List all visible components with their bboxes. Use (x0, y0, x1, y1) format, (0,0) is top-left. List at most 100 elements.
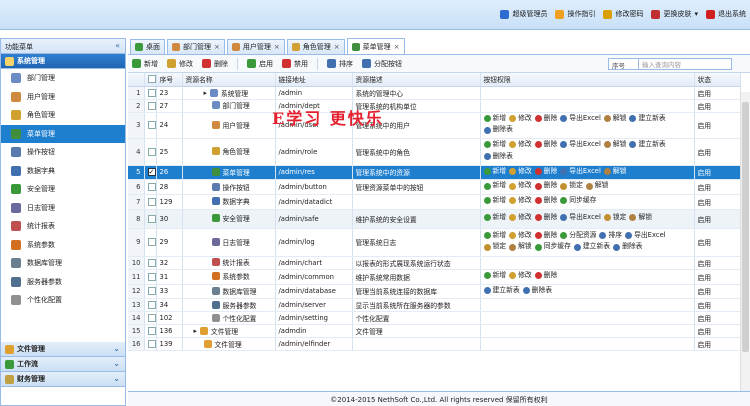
permission-button[interactable]: 锁定 (483, 242, 506, 252)
row-checkbox[interactable] (147, 168, 155, 177)
permission-button[interactable]: 修改 (509, 196, 532, 206)
permission-button[interactable]: 删除 (534, 271, 557, 281)
row-checkbox-cell[interactable] (144, 179, 157, 195)
expand-toggle-icon[interactable]: ▸ (194, 327, 197, 335)
section-file-management[interactable]: 文件管理 ⌄ (1, 342, 125, 357)
permission-button[interactable]: 建立新表 (483, 286, 520, 296)
permission-button[interactable]: 解锁 (603, 140, 626, 150)
close-icon[interactable]: × (394, 43, 400, 51)
tab[interactable]: 用户管理 × (226, 39, 285, 54)
permission-button[interactable]: 同步缓存 (560, 196, 596, 206)
permission-button[interactable]: 新增 (483, 140, 506, 150)
row-checkbox[interactable] (147, 272, 155, 281)
row-checkbox[interactable] (147, 258, 155, 267)
permission-button[interactable]: 新增 (483, 181, 506, 191)
table-row[interactable]: 16 139 文件管理/admin/elfinder 启用 (128, 337, 741, 352)
sidebar-item[interactable]: 安全管理 (1, 180, 125, 199)
permission-button[interactable]: 删除 (534, 114, 557, 124)
permission-button[interactable]: 删除 (534, 231, 557, 241)
permission-button[interactable]: 同步缓存 (534, 242, 571, 252)
section-workflow[interactable]: 工作流 ⌄ (1, 357, 125, 372)
permission-button[interactable]: 新增 (483, 114, 506, 124)
permission-button[interactable]: 建立新表 (573, 242, 610, 252)
close-icon[interactable]: × (214, 43, 220, 51)
permission-button[interactable]: 修改 (509, 140, 532, 150)
permission-button[interactable]: 删除 (534, 196, 557, 206)
table-row[interactable]: 3 24 用户管理/admin/user 管理系统中的用户 新增 修改 删除 导出Excel 解… (128, 112, 741, 139)
row-checkbox-cell[interactable] (144, 165, 157, 181)
row-checkbox-cell[interactable] (144, 311, 157, 326)
permission-button[interactable]: 排序 (599, 231, 622, 241)
col-id[interactable]: 序号 (156, 73, 183, 87)
sidebar-item[interactable]: 数据库管理 (1, 254, 125, 273)
tab[interactable]: 部门管理 × (167, 39, 225, 54)
section-system-management[interactable]: 系统管理 (1, 54, 125, 69)
row-checkbox-cell[interactable] (144, 337, 157, 352)
row-checkbox[interactable] (147, 88, 155, 97)
toolbar-button[interactable]: 分配按钮 (362, 59, 402, 69)
top-link[interactable]: 退出系统 (706, 9, 746, 19)
toolbar-button[interactable]: 新增 (132, 59, 158, 69)
permission-button[interactable]: 删除 (534, 213, 557, 223)
top-link[interactable]: 操作指引 (555, 9, 595, 19)
vertical-scrollbar[interactable] (740, 92, 750, 406)
permission-button[interactable]: 新增 (483, 167, 506, 177)
permission-button[interactable]: 解锁 (629, 213, 652, 223)
col-perms[interactable]: 按钮权限 (480, 73, 695, 87)
permission-button[interactable]: 导出Excel (625, 231, 666, 241)
permission-button[interactable]: 新增 (483, 196, 506, 206)
row-checkbox-cell[interactable] (144, 269, 157, 285)
toolbar-button[interactable]: 修改 (167, 59, 193, 69)
col-desc[interactable]: 资源描述 (352, 73, 481, 87)
sidebar-item[interactable]: 服务器参数 (1, 273, 125, 292)
tab[interactable]: 菜单管理 × (346, 38, 405, 54)
top-link[interactable]: 修改密码 (603, 9, 643, 19)
sidebar-item[interactable]: 部门管理 (1, 69, 125, 88)
table-row[interactable]: 10 32 统计报表/admin/chart 以报表的形式展现系统运行状态 启用 (128, 256, 741, 270)
table-row[interactable]: 2 27 部门管理/admin/dept 管理系统的机构单位 启用 (128, 99, 741, 113)
top-link[interactable]: 更换皮肤 ▾ (651, 9, 698, 19)
row-checkbox[interactable] (147, 197, 155, 206)
toolbar-button[interactable]: 排序 (327, 59, 353, 69)
row-checkbox-cell[interactable] (144, 298, 157, 313)
row-checkbox[interactable] (147, 314, 155, 323)
permission-button[interactable]: 解锁 (603, 167, 626, 177)
permission-button[interactable]: 删除 (534, 140, 557, 150)
sidebar-item[interactable]: 菜单管理 (1, 124, 125, 143)
scroll-thumb[interactable] (742, 102, 749, 352)
permission-button[interactable]: 导出Excel (560, 140, 601, 150)
permission-button[interactable]: 新增 (483, 271, 506, 281)
sidebar-item[interactable]: 角色管理 (1, 106, 125, 125)
permission-button[interactable]: 建立新表 (629, 114, 666, 124)
tab[interactable]: 角色管理 × (286, 39, 345, 54)
permission-button[interactable]: 锁定 (560, 181, 583, 191)
table-row[interactable]: 11 31 系统参数/admin/common 维护系统常用数据 新增 修改 删除 启用 (128, 269, 741, 285)
table-row[interactable]: 4 25 角色管理/admin/role 管理系统中的角色 新增 修改 删除 导出Excel 解… (128, 138, 741, 166)
permission-button[interactable]: 删除表 (522, 286, 552, 296)
permission-button[interactable]: 修改 (509, 114, 532, 124)
row-checkbox[interactable] (147, 101, 155, 110)
row-checkbox[interactable] (147, 340, 155, 349)
row-checkbox[interactable] (147, 301, 155, 310)
close-icon[interactable]: × (334, 43, 340, 51)
row-checkbox[interactable] (147, 121, 155, 130)
row-checkbox[interactable] (147, 238, 155, 247)
table-row[interactable]: 5 26 菜单管理/admin/res管理系统中的资源 新增 修改 删除 导出Excel 解锁… (128, 165, 741, 181)
top-link[interactable]: 超级管理员 (500, 9, 547, 19)
table-row[interactable]: 9 29 日志管理/admin/log 管理系统日志 新增 修改 删除 分配资源 排序 导出Exc… (128, 228, 741, 257)
section-finance[interactable]: 财务管理 ⌄ (1, 372, 125, 387)
table-row[interactable]: 12 33 数据库管理/admin/database 管理当前系统连接的数据库 建立新表… (128, 284, 741, 300)
row-checkbox-cell[interactable] (144, 112, 157, 139)
row-checkbox[interactable] (147, 147, 155, 156)
collapse-sidebar-icon[interactable]: « (115, 41, 120, 50)
tab[interactable]: 桌面 (130, 39, 165, 54)
permission-button[interactable]: 解锁 (603, 114, 626, 124)
permission-button[interactable]: 删除 (534, 167, 557, 177)
row-checkbox-cell[interactable] (144, 99, 157, 113)
table-row[interactable]: 1 23 ▸ 系统管理/admin 系统的管理中心 启用 (128, 86, 741, 100)
row-checkbox-cell[interactable] (144, 324, 157, 339)
permission-button[interactable]: 新增 (483, 231, 506, 241)
sidebar-item[interactable]: 统计报表 (1, 217, 125, 236)
permission-button[interactable]: 导出Excel (560, 167, 601, 177)
permission-button[interactable]: 解锁 (585, 181, 608, 191)
